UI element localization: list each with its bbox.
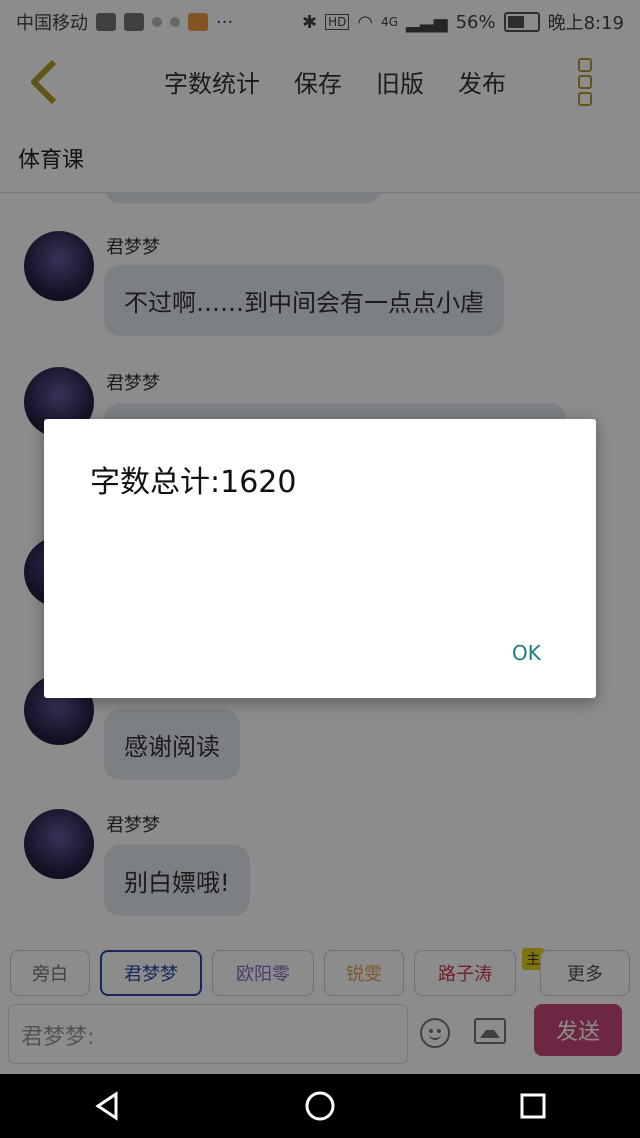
dialog-message: 字数总计:1620 — [90, 465, 297, 500]
back-nav-icon[interactable] — [90, 1089, 124, 1123]
ok-button[interactable]: OK — [506, 637, 547, 669]
word-count-dialog: 字数总计:1620 OK — [44, 419, 596, 698]
system-nav-bar — [0, 1074, 640, 1138]
home-nav-icon[interactable] — [303, 1089, 337, 1123]
recents-nav-icon[interactable] — [516, 1089, 550, 1123]
